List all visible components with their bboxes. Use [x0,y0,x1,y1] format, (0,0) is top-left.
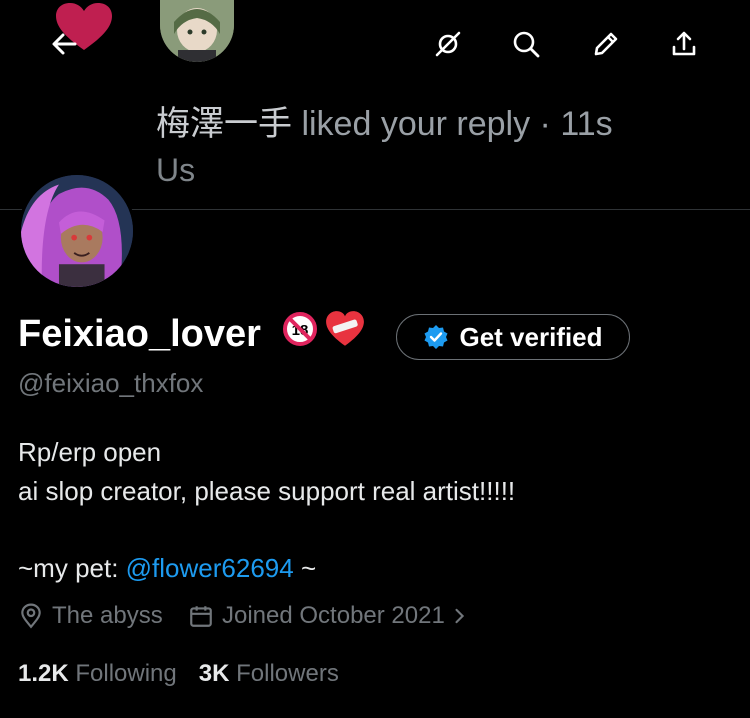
following-count: 1.2K [18,660,69,687]
bio-line-1: Rp/erp open [18,437,162,467]
search-button[interactable] [504,22,548,66]
notification-text[interactable]: 梅澤一手 liked your reply · 11s [156,96,613,145]
pet-suffix: ~ [293,553,317,583]
mending-heart-icon [326,311,364,346]
location-text: The abyss [52,602,163,629]
share-button[interactable] [662,22,706,66]
notification-subtext: Us [156,152,196,188]
no-notification-icon [435,31,461,57]
bio-line-2: ai slop creator, please support real art… [18,476,516,506]
mute-notifications-button[interactable] [426,22,470,66]
notification-action: liked your reply · 11s [292,105,613,143]
joined-text: Joined October 2021 [222,602,445,629]
followers-label: Followers [236,660,339,687]
followers-stat[interactable]: 3K Followers [199,660,339,688]
liker-avatar[interactable] [160,0,234,62]
search-icon [513,31,540,58]
follow-stats: 1.2K Following 3K Followers [18,660,339,688]
back-arrow-icon [52,33,77,55]
share-icon [672,31,696,56]
display-name: Feixiao_lover [18,313,261,355]
bio-line-3: ~my pet: @flower62694 ~ [18,553,316,584]
edit-icon [594,32,618,56]
back-button[interactable] [42,22,86,66]
pet-mention-link[interactable]: @flower62694 [126,553,294,583]
user-handle: @feixiao_thxfox [18,368,204,398]
get-verified-button[interactable]: Get verified [396,314,630,360]
joined-date[interactable]: Joined October 2021 [188,602,467,630]
location-pin-icon [21,603,41,629]
name-badges: 18 [282,310,366,348]
profile-avatar[interactable] [18,172,136,290]
chevron-right-icon [455,608,464,624]
notification-actor: 梅澤一手 [156,105,292,143]
adult-content-icon: 18 [283,312,317,346]
pet-prefix: ~my pet: [18,553,126,583]
following-stat[interactable]: 1.2K Following [18,660,177,688]
edit-button[interactable] [584,22,628,66]
following-label: Following [75,660,177,687]
get-verified-label: Get verified [459,321,603,352]
location: The abyss [18,602,163,630]
verified-badge-icon [424,325,448,349]
followers-count: 3K [198,660,230,687]
calendar-icon [190,606,212,627]
